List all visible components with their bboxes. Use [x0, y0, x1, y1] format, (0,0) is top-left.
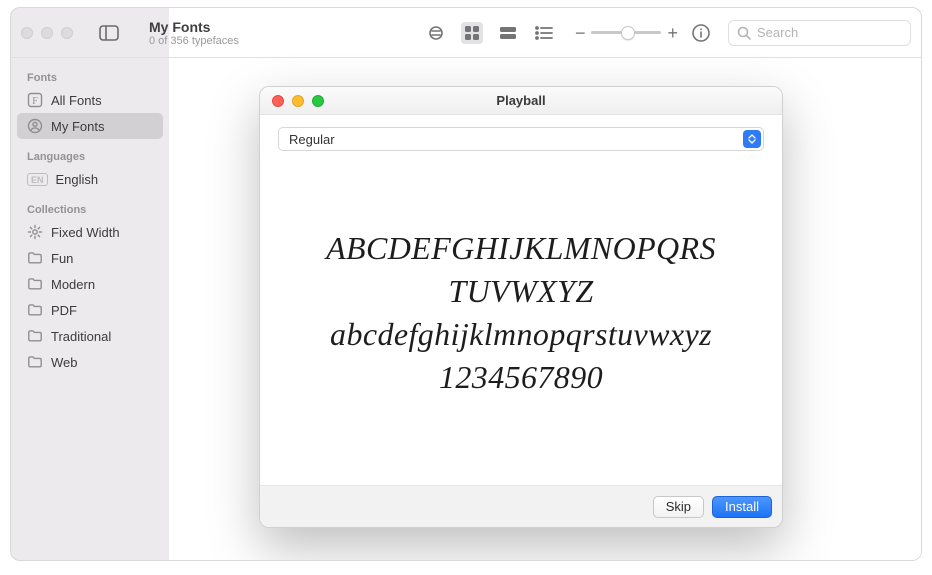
text-lines-icon — [427, 26, 445, 40]
font-preview-area: ABCDEFGHIJKLMNOPQRS TUVWXYZ abcdefghijkl… — [278, 151, 764, 485]
sidebar: Fonts F All Fonts My Fonts — [11, 58, 169, 560]
view-sample-button[interactable] — [425, 22, 447, 44]
zoom-out-button[interactable]: − — [575, 24, 586, 42]
list-icon — [535, 26, 553, 40]
svg-text:F: F — [32, 96, 38, 107]
sidebar-toggle-button[interactable] — [95, 21, 123, 45]
zoom-slider-thumb[interactable] — [621, 26, 635, 40]
view-mode-segmented-control — [425, 22, 555, 44]
sidebar-item-label: Fun — [51, 251, 73, 266]
sidebar-item-traditional[interactable]: Traditional — [17, 323, 163, 349]
sidebar-item-web[interactable]: Web — [17, 349, 163, 375]
traffic-light-zoom-icon[interactable] — [61, 27, 73, 39]
grid-icon — [464, 25, 480, 41]
dialog-minimize-icon[interactable] — [292, 95, 304, 107]
preview-line-upper-2: TUVWXYZ — [448, 273, 593, 310]
search-placeholder: Search — [757, 25, 798, 40]
gear-icon — [27, 224, 43, 240]
preview-line-digits: 1234567890 — [439, 359, 603, 396]
font-square-icon: F — [27, 92, 43, 108]
traffic-light-close-icon[interactable] — [21, 27, 33, 39]
sidebar-section-header-languages: Languages — [17, 147, 163, 166]
preview-line-lower: abcdefghijklmnopqrstuvwxyz — [330, 316, 712, 353]
sidebar-item-pdf[interactable]: PDF — [17, 297, 163, 323]
dialog-title: Playball — [260, 93, 782, 108]
popup-chevrons-icon — [743, 130, 761, 148]
view-grid-button[interactable] — [461, 22, 483, 44]
sidebar-item-modern[interactable]: Modern — [17, 271, 163, 297]
folder-icon — [27, 328, 43, 344]
sidebar-item-label: Web — [51, 355, 78, 370]
dialog-traffic-lights — [260, 95, 324, 107]
user-circle-icon — [27, 118, 43, 134]
lang-badge-icon: EN — [27, 173, 48, 186]
folder-icon — [27, 302, 43, 318]
preview-line-upper-1: ABCDEFGHIJKLMNOPQRS — [326, 230, 716, 267]
font-style-popup-button[interactable]: Regular — [278, 127, 764, 151]
sidebar-item-fun[interactable]: Fun — [17, 245, 163, 271]
skip-button[interactable]: Skip — [653, 496, 704, 518]
zoom-in-button[interactable]: + — [667, 24, 678, 42]
dialog-close-icon[interactable] — [272, 95, 284, 107]
sidebar-item-all-fonts[interactable]: F All Fonts — [17, 87, 163, 113]
sidebar-item-label: My Fonts — [51, 119, 104, 134]
window-title: My Fonts — [149, 19, 239, 35]
window-title-block: My Fonts 0 of 356 typefaces — [149, 19, 239, 47]
sidebar-item-label: English — [56, 172, 99, 187]
info-icon — [692, 24, 710, 42]
sidebar-item-fixed-width[interactable]: Fixed Width — [17, 219, 163, 245]
sidebar-toggle-icon — [99, 25, 119, 41]
folder-icon — [27, 276, 43, 292]
sidebar-item-my-fonts[interactable]: My Fonts — [17, 113, 163, 139]
sidebar-item-english[interactable]: EN English — [17, 166, 163, 192]
sidebar-section-header-fonts: Fonts — [17, 68, 163, 87]
window-traffic-lights — [21, 27, 73, 39]
install-button[interactable]: Install — [712, 496, 772, 518]
window-toolbar: My Fonts 0 of 356 typefaces — [11, 8, 921, 58]
folder-icon — [27, 354, 43, 370]
search-input[interactable]: Search — [728, 20, 911, 46]
sidebar-item-label: All Fonts — [51, 93, 102, 108]
zoom-slider[interactable] — [591, 31, 661, 34]
folder-icon — [27, 250, 43, 266]
dialog-footer: Skip Install — [260, 485, 782, 527]
sidebar-item-label: Traditional — [51, 329, 111, 344]
window-subtitle: 0 of 356 typefaces — [149, 35, 239, 47]
info-button[interactable] — [690, 22, 712, 44]
traffic-light-minimize-icon[interactable] — [41, 27, 53, 39]
rows-icon — [499, 26, 517, 40]
zoom-slider-group: − + — [575, 24, 678, 42]
dialog-titlebar[interactable]: Playball — [260, 87, 782, 115]
view-rows-button[interactable] — [497, 22, 519, 44]
sidebar-item-label: Fixed Width — [51, 225, 120, 240]
view-list-button[interactable] — [533, 22, 555, 44]
search-icon — [737, 26, 751, 40]
dialog-zoom-icon[interactable] — [312, 95, 324, 107]
font-style-selected-value: Regular — [289, 132, 335, 147]
sidebar-item-label: Modern — [51, 277, 95, 292]
font-preview-dialog: Playball Regular ABCDEFGHIJKLMNOPQRS TUV… — [259, 86, 783, 528]
sidebar-item-label: PDF — [51, 303, 77, 318]
sidebar-section-header-collections: Collections — [17, 200, 163, 219]
